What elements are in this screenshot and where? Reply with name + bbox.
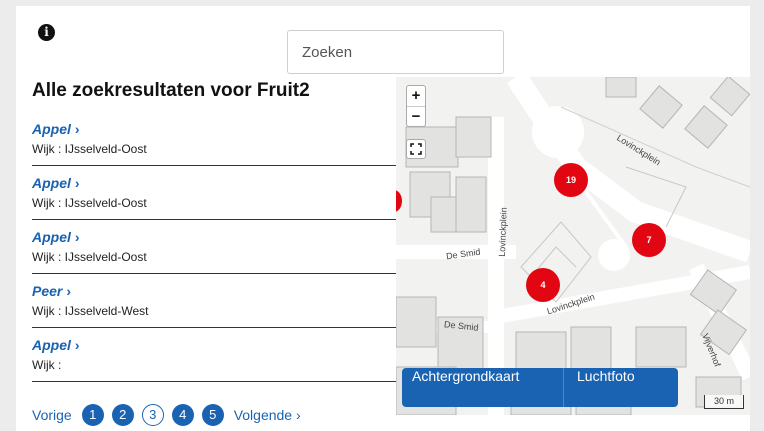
list-item: Peer › Wijk : IJsselveld-West	[32, 274, 396, 328]
basemap-layer-button[interactable]: Achtergrondkaart	[402, 368, 564, 407]
next-page-link[interactable]: Volgende ›	[234, 407, 301, 423]
list-item: Appel › Wijk : IJsselveld-Oost	[32, 166, 396, 220]
result-area: Wijk : IJsselveld-Oost	[32, 250, 147, 264]
zoom-in-button[interactable]: +	[407, 86, 425, 106]
cluster-marker[interactable]: 19	[554, 163, 588, 197]
page-1-button[interactable]: 1	[81, 404, 104, 426]
map-base-layer	[396, 77, 750, 415]
info-icon[interactable]: i	[38, 24, 55, 41]
list-item: Appel › Wijk : IJsselveld-Oost	[32, 112, 396, 166]
page-5-button[interactable]: 5	[201, 404, 224, 426]
result-link[interactable]: Appel ›	[32, 121, 396, 137]
list-item: Appel › Wijk : IJsselveld-Oost	[32, 220, 396, 274]
result-link[interactable]: Peer ›	[32, 283, 396, 299]
previous-page-link[interactable]: Vorige	[32, 407, 72, 423]
chevron-right-icon: ›	[74, 337, 80, 353]
map[interactable]: + − Lovinckplein De Smid Lovinckplein Lo…	[396, 77, 750, 415]
search-input[interactable]	[287, 30, 504, 74]
result-area: Wijk : IJsselveld-Oost	[32, 142, 147, 156]
result-area: Wijk : IJsselveld-West	[32, 304, 149, 318]
layer-switcher: Achtergrondkaart Luchtfoto	[402, 368, 678, 407]
list-item: Appel › Wijk :	[32, 328, 396, 382]
zoom-control: + −	[406, 85, 426, 127]
fullscreen-glyph	[410, 143, 422, 155]
chevron-right-icon: ›	[74, 175, 80, 191]
page-4-button[interactable]: 4	[171, 404, 194, 426]
cluster-marker[interactable]: 7	[632, 223, 666, 257]
page-2-button[interactable]: 2	[111, 404, 134, 426]
page-title: Alle zoekresultaten voor Fruit2	[32, 80, 310, 101]
result-area: Wijk : IJsselveld-Oost	[32, 196, 147, 210]
chevron-right-icon: ›	[74, 121, 80, 137]
chevron-right-icon: ›	[66, 283, 72, 299]
result-link[interactable]: Appel ›	[32, 229, 396, 245]
cluster-marker[interactable]: 4	[526, 268, 560, 302]
result-link[interactable]: Appel ›	[32, 337, 396, 353]
pagination: Vorige 1 2 3 4 5 Volgende ›	[32, 404, 301, 426]
result-link[interactable]: Appel ›	[32, 175, 396, 191]
street-label: Lovinckplein	[496, 207, 509, 257]
chevron-right-icon: ›	[74, 229, 80, 245]
aerial-layer-button[interactable]: Luchtfoto	[564, 368, 635, 407]
scale-bar: 30 m	[704, 395, 744, 409]
zoom-out-button[interactable]: −	[407, 106, 425, 126]
result-area: Wijk :	[32, 358, 62, 372]
page-3-button-current[interactable]: 3	[141, 404, 164, 426]
results-list: Appel › Wijk : IJsselveld-Oost Appel › Wij…	[32, 112, 396, 382]
fullscreen-icon[interactable]	[406, 139, 426, 159]
